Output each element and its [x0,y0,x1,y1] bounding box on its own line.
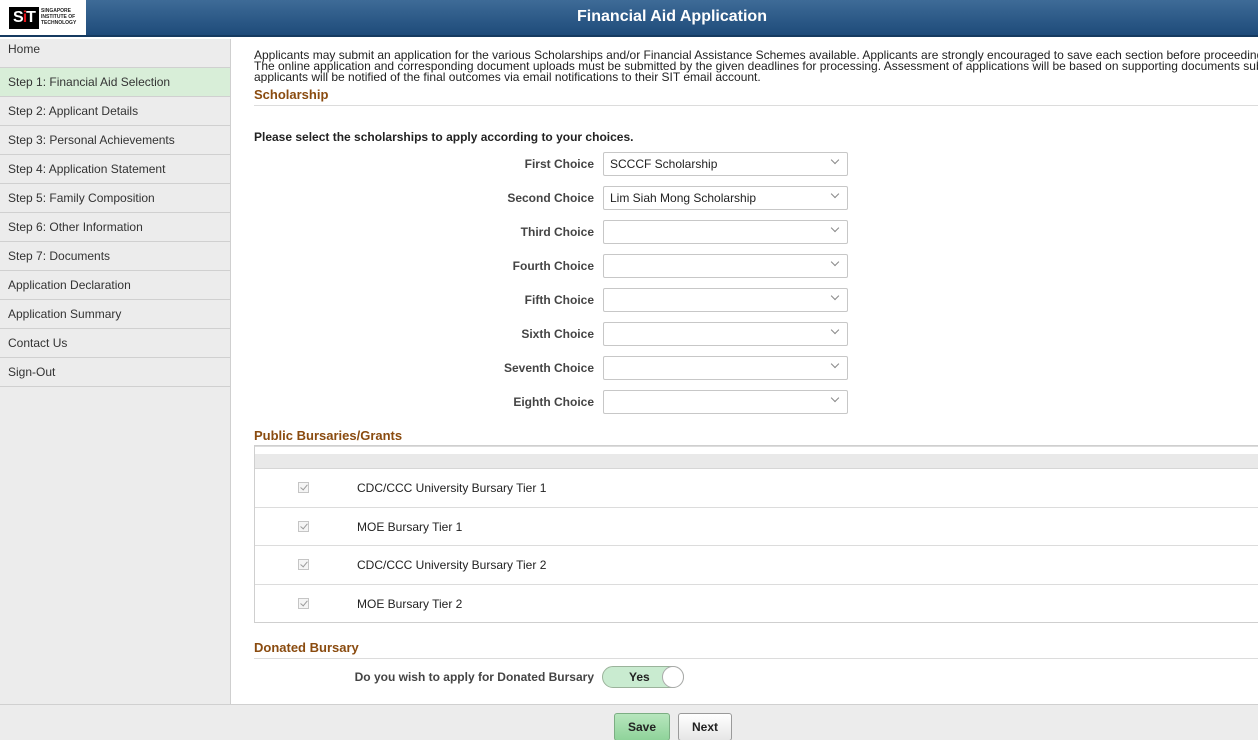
toggle-label: Yes [629,670,650,684]
app-header: SiT SINGAPORE INSTITUTE OF TECHNOLOGY Fi… [0,0,1258,37]
choice-label: Third Choice [520,225,594,239]
fifth-choice-select[interactable] [603,288,848,312]
sidebar-nav: Home Step 1: Financial Aid Selection Ste… [0,39,231,704]
sidebar-item-signout[interactable]: Sign-Out [0,358,230,387]
choice-label: Second Choice [507,191,594,205]
choice-row-6: Sixth Choice [254,322,854,346]
bursary-checkbox[interactable] [298,520,309,532]
choice-label: Seventh Choice [503,361,594,375]
select-value: SCCCF Scholarship [610,157,718,171]
sidebar-item-step5[interactable]: Step 5: Family Composition [0,184,230,213]
bursary-checkbox[interactable] [298,597,309,609]
bursary-checkbox[interactable] [298,482,309,493]
choice-row-3: Third Choice [254,220,854,244]
choice-label: Fourth Choice [512,259,594,273]
sidebar-item-contact[interactable]: Contact Us [0,329,230,358]
save-button[interactable]: Save [614,713,670,740]
bursary-label: MOE Bursary Tier 2 [357,596,463,611]
logo-mark: SiT [9,7,39,29]
choice-row-5: Fifth Choice [254,288,854,312]
scholarship-section-title: Scholarship [254,87,1258,106]
bursary-label: CDC/CCC University Bursary Tier 2 [357,558,547,572]
sidebar-item-declaration[interactable]: Application Declaration [0,271,230,300]
sidebar-item-step6[interactable]: Step 6: Other Information [0,213,230,242]
table-row: MOE Bursary Tier 2 [255,585,1258,624]
sixth-choice-select[interactable] [603,322,848,346]
choice-row-1: First Choice SCCCF Scholarship [254,152,854,176]
choice-label: Eighth Choice [513,395,594,409]
choice-row-7: Seventh Choice [254,356,854,380]
select-value: Lim Siah Mong Scholarship [610,191,757,205]
choice-label: First Choice [524,157,594,171]
donated-bursary-toggle[interactable]: Yes [602,666,684,688]
table-row: CDC/CCC University Bursary Tier 1 [255,469,1258,508]
toggle-knob [662,666,684,688]
sidebar-item-step4[interactable]: Step 4: Application Statement [0,155,230,184]
intro-line: applicants will be notified of the final… [254,70,761,83]
scholarship-prompt: Please select the scholarships to apply … [254,130,634,144]
next-button[interactable]: Next [678,713,732,740]
chevron-down-icon [830,393,840,403]
donated-question: Do you wish to apply for Donated Bursary [354,670,594,684]
logo-subtext: SINGAPORE INSTITUTE OF TECHNOLOGY [41,8,77,26]
choice-label: Sixth Choice [521,327,594,341]
bursary-checkbox[interactable] [298,559,309,570]
chevron-down-icon [830,223,840,233]
second-choice-select[interactable]: Lim Siah Mong Scholarship [603,186,848,210]
chevron-down-icon [830,257,840,267]
choice-row-8: Eighth Choice [254,390,854,414]
intro-text: Applicants may submit an application for… [254,50,1258,83]
main-content: Applicants may submit an application for… [254,39,1258,106]
sidebar-item-step1[interactable]: Step 1: Financial Aid Selection [0,68,230,97]
choice-row-2: Second Choice Lim Siah Mong Scholarship [254,186,854,210]
bursaries-grid: CDC/CCC University Bursary Tier 1 MOE Bu… [254,445,1258,623]
choice-row-4: Fourth Choice [254,254,854,278]
chevron-down-icon [830,359,840,369]
seventh-choice-select[interactable] [603,356,848,380]
page-title: Financial Aid Application [577,8,767,25]
fourth-choice-select[interactable] [603,254,848,278]
sidebar-item-summary[interactable]: Application Summary [0,300,230,329]
sit-logo: SiT SINGAPORE INSTITUTE OF TECHNOLOGY [0,0,86,37]
sidebar-item-home[interactable]: Home [0,39,230,68]
footer-bar: Save Next [0,704,1258,740]
chevron-down-icon [830,155,840,165]
chevron-down-icon [830,189,840,199]
grid-header [255,454,1258,469]
eighth-choice-select[interactable] [603,390,848,414]
chevron-down-icon [830,325,840,335]
chevron-down-icon [830,291,840,301]
third-choice-select[interactable] [603,220,848,244]
donated-section-title: Donated Bursary [254,640,1258,659]
table-row: CDC/CCC University Bursary Tier 2 [255,546,1258,585]
sidebar-item-step2[interactable]: Step 2: Applicant Details [0,97,230,126]
table-row: MOE Bursary Tier 1 [255,508,1258,546]
sidebar-item-step7[interactable]: Step 7: Documents [0,242,230,271]
first-choice-select[interactable]: SCCCF Scholarship [603,152,848,176]
sidebar-item-step3[interactable]: Step 3: Personal Achievements [0,126,230,155]
bursary-label: CDC/CCC University Bursary Tier 1 [357,481,547,495]
bursary-label: MOE Bursary Tier 1 [357,519,463,534]
choice-label: Fifth Choice [524,293,594,307]
